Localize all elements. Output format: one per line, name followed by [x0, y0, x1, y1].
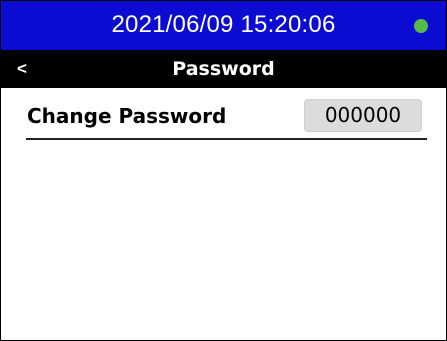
page-title: Password [172, 58, 275, 80]
change-password-row: Change Password 000000 [26, 98, 427, 140]
device-screen: 2021/06/09 15:20:06 < Password Change Pa… [0, 0, 447, 341]
connection-status-icon [414, 19, 428, 33]
change-password-label: Change Password [27, 104, 227, 128]
password-field[interactable]: 000000 [304, 99, 422, 132]
navigation-bar: < Password [1, 50, 446, 88]
datetime-display: 2021/06/09 15:20:06 [111, 11, 336, 38]
status-bar: 2021/06/09 15:20:06 [1, 1, 446, 50]
